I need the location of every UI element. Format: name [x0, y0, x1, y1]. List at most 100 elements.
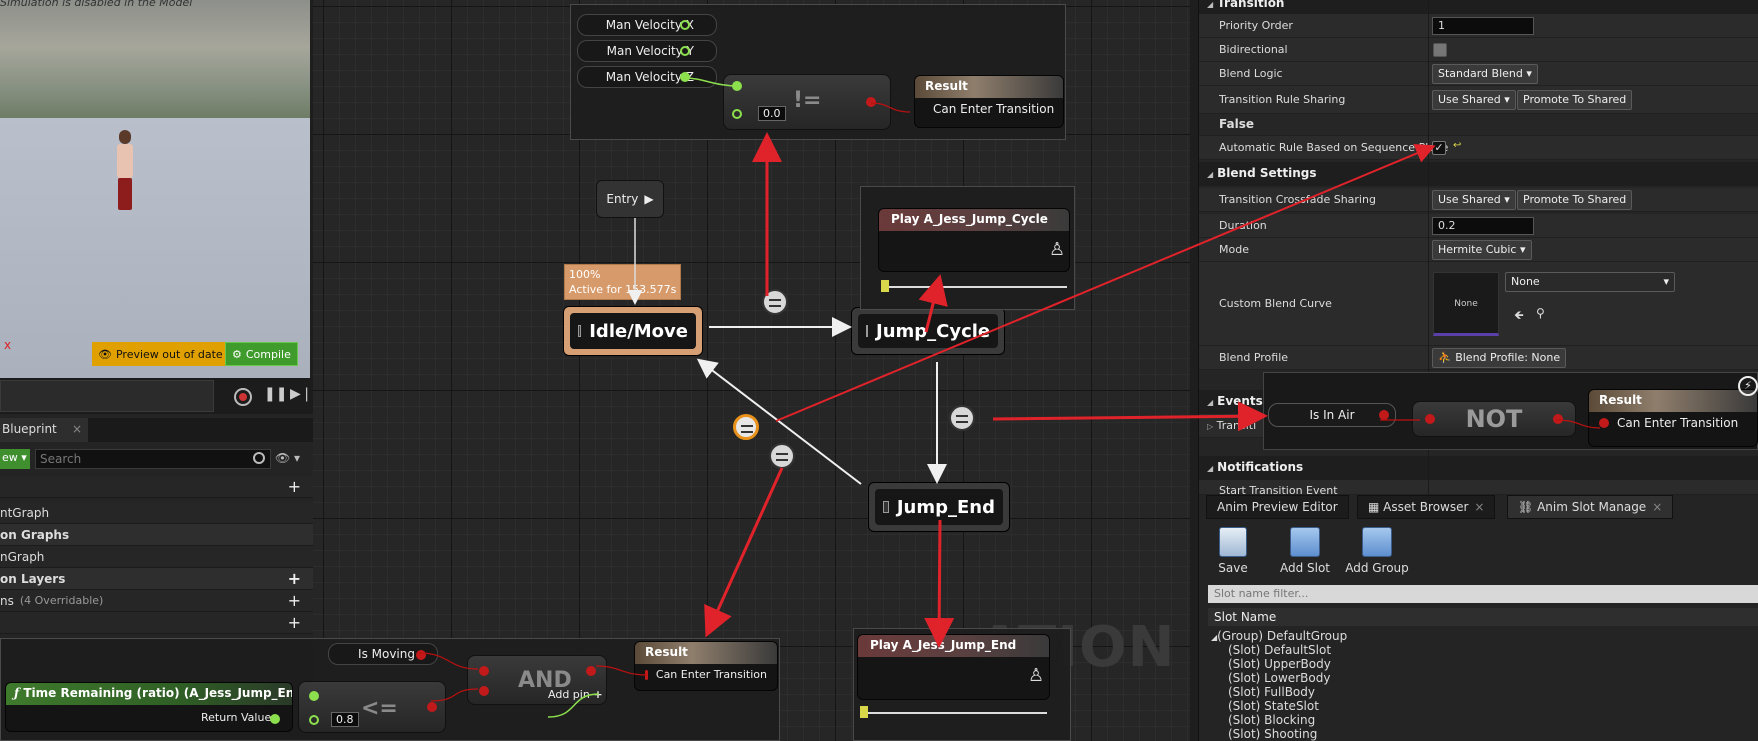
step-forward-icon[interactable]: ▶❘	[290, 386, 313, 402]
list-item[interactable]: nGraph	[0, 546, 313, 568]
play-progress-bar[interactable]	[863, 712, 1047, 714]
output-pin[interactable]	[866, 97, 876, 107]
input-pin[interactable]	[309, 715, 319, 725]
add-slot-button[interactable]: Add Slot	[1275, 527, 1335, 575]
slot-name-column-header[interactable]: Slot Name	[1208, 608, 1758, 626]
input-pin[interactable]	[1599, 418, 1609, 428]
promote-to-shared-button[interactable]: Promote To Shared	[1517, 90, 1633, 110]
input-pin[interactable]	[645, 669, 648, 680]
transition-icon[interactable]	[949, 405, 975, 431]
add-pin-button[interactable]: Add pin +	[548, 688, 603, 701]
slot-filter-input[interactable]: Slot name filter...	[1208, 585, 1758, 603]
category-blend-settings[interactable]: Blend Settings	[1199, 162, 1758, 186]
play-jump-end-node[interactable]: Play A_Jess_Jump_End ♙	[857, 634, 1050, 700]
add-group-button[interactable]: Add Group	[1342, 527, 1412, 575]
input-pin[interactable]	[309, 691, 319, 701]
priority-field[interactable]: 1	[1432, 17, 1534, 35]
slot-group-item[interactable]: ◢(Group) DefaultGroup	[1211, 629, 1347, 643]
slot-item[interactable]: (Slot) UpperBody	[1228, 657, 1331, 671]
list-item[interactable]: on Graphs	[0, 524, 313, 546]
output-pin[interactable]	[680, 20, 690, 30]
state-jump-end[interactable]: Jump_End	[868, 482, 1010, 532]
output-pin[interactable]	[586, 666, 596, 676]
save-button[interactable]: Save	[1203, 527, 1263, 575]
view-options-button[interactable]: ew ▾	[0, 449, 30, 469]
var-man-velocity-y[interactable]: Man Velocity Y	[577, 40, 717, 62]
play-progress-handle[interactable]	[860, 706, 868, 718]
play-progress-bar[interactable]	[885, 286, 1067, 288]
visibility-eye-icon[interactable]: 👁 ▾	[275, 451, 300, 465]
time-remaining-function-node[interactable]: ƒ Time Remaining (ratio) (A_Jess_Jump_En…	[5, 682, 293, 732]
not-node[interactable]: NOT	[1412, 401, 1576, 437]
add-icon[interactable]: +	[288, 477, 301, 496]
tab-anim-slot-manager[interactable]: ⛓ Anim Slot Manage ×	[1507, 495, 1674, 519]
crossfade-dropdown[interactable]: Use Shared ▾	[1432, 190, 1516, 210]
pause-icon[interactable]: ❚❚	[264, 386, 287, 402]
slot-item[interactable]: (Slot) LowerBody	[1228, 671, 1330, 685]
input-pin[interactable]	[732, 109, 742, 119]
var-man-velocity-z[interactable]: Man Velocity Z	[577, 66, 717, 88]
record-button[interactable]	[234, 388, 252, 406]
rule-sharing-dropdown[interactable]: Use Shared ▾	[1432, 90, 1516, 110]
close-icon[interactable]: ×	[1652, 500, 1662, 514]
expand-arrow-icon[interactable]: ▷	[1207, 422, 1213, 431]
transition-icon-selected[interactable]	[733, 414, 759, 440]
output-pin[interactable]	[427, 702, 437, 712]
input-pin[interactable]	[1425, 414, 1435, 424]
duration-field[interactable]: 0.2	[1432, 217, 1534, 235]
var-man-velocity-x[interactable]: Man Velocity X	[577, 14, 717, 36]
timeline-scrubber[interactable]	[0, 380, 214, 412]
slot-item[interactable]: (Slot) StateSlot	[1228, 699, 1319, 713]
play-progress-handle[interactable]	[881, 280, 889, 292]
search-input[interactable]: Search	[35, 449, 271, 469]
tab-asset-browser[interactable]: ▦ Asset Browser ×	[1357, 495, 1496, 519]
input-pin[interactable]	[479, 686, 489, 696]
tab-anim-preview-editor[interactable]: Anim Preview Editor	[1206, 495, 1349, 519]
state-jump-cycle[interactable]: Jump_Cycle	[851, 307, 1005, 355]
slot-item[interactable]: (Slot) Blocking	[1228, 713, 1315, 727]
result-node-top[interactable]: Result Can Enter Transition	[914, 75, 1064, 128]
auto-rule-checkbox[interactable]: ✓	[1432, 141, 1446, 155]
output-pin[interactable]	[1379, 410, 1389, 420]
curve-asset-dropdown[interactable]: None ▾	[1505, 272, 1675, 292]
output-pin[interactable]	[680, 72, 690, 82]
lightning-icon[interactable]: ⚡	[1738, 376, 1758, 396]
promote-to-shared-button[interactable]: Promote To Shared	[1517, 190, 1633, 210]
add-icon[interactable]: +	[288, 591, 301, 610]
curve-thumbnail[interactable]: None	[1433, 272, 1499, 336]
var-is-in-air[interactable]: Is In Air	[1268, 403, 1396, 427]
output-pin[interactable]	[680, 46, 690, 56]
transition-icon[interactable]	[769, 443, 795, 469]
output-pin[interactable]	[270, 714, 280, 724]
transition-icon[interactable]	[762, 289, 788, 315]
tab-my-blueprint[interactable]: Blueprint ×	[0, 418, 88, 442]
mode-dropdown[interactable]: Hermite Cubic ▾	[1432, 240, 1532, 260]
bidirectional-checkbox[interactable]	[1433, 43, 1447, 57]
slot-item[interactable]: (Slot) FullBody	[1228, 685, 1315, 699]
result-node-right[interactable]: Result Can Enter Transition	[1588, 389, 1758, 447]
close-icon[interactable]: ×	[72, 422, 82, 436]
blend-logic-dropdown[interactable]: Standard Blend ▾	[1432, 64, 1538, 84]
list-item[interactable]: ntGraph	[0, 502, 313, 524]
neq-value-field[interactable]: 0.0	[758, 106, 786, 121]
output-pin[interactable]	[1553, 414, 1563, 424]
slot-item[interactable]: (Slot) DefaultSlot	[1228, 643, 1331, 657]
compile-button[interactable]: ⚙ Compile	[225, 342, 298, 366]
preview-viewport[interactable]: Simulation is disabled in the Model x 👁 …	[0, 0, 310, 378]
output-pin[interactable]	[416, 650, 426, 660]
reset-arrow-icon[interactable]: ↩	[1453, 140, 1461, 151]
and-node[interactable]: AND Add pin +	[467, 655, 607, 705]
entry-node[interactable]: Entry ▶	[596, 180, 664, 218]
input-pin[interactable]	[479, 666, 489, 676]
less-equal-node[interactable]: 0.8 <=	[298, 681, 446, 733]
preview-out-of-date-badge[interactable]: 👁 Preview out of date	[92, 342, 229, 366]
result-node-bottom[interactable]: Result Can Enter Transition	[634, 641, 778, 691]
list-item[interactable]: on Layers +	[0, 568, 313, 590]
close-icon[interactable]: ×	[1474, 500, 1484, 514]
slot-item[interactable]: (Slot) Shooting	[1228, 727, 1317, 741]
blend-profile-dropdown[interactable]: ⛹ Blend Profile: None	[1432, 348, 1567, 368]
use-selected-arrow-icon[interactable]: 🡸	[1514, 306, 1524, 327]
state-machine-graph[interactable]: ATION Man Velocity X Man Velocity Y Man …	[313, 0, 1190, 741]
list-item[interactable]: ns (4 Overridable) +	[0, 590, 313, 612]
add-icon[interactable]: +	[288, 613, 301, 632]
